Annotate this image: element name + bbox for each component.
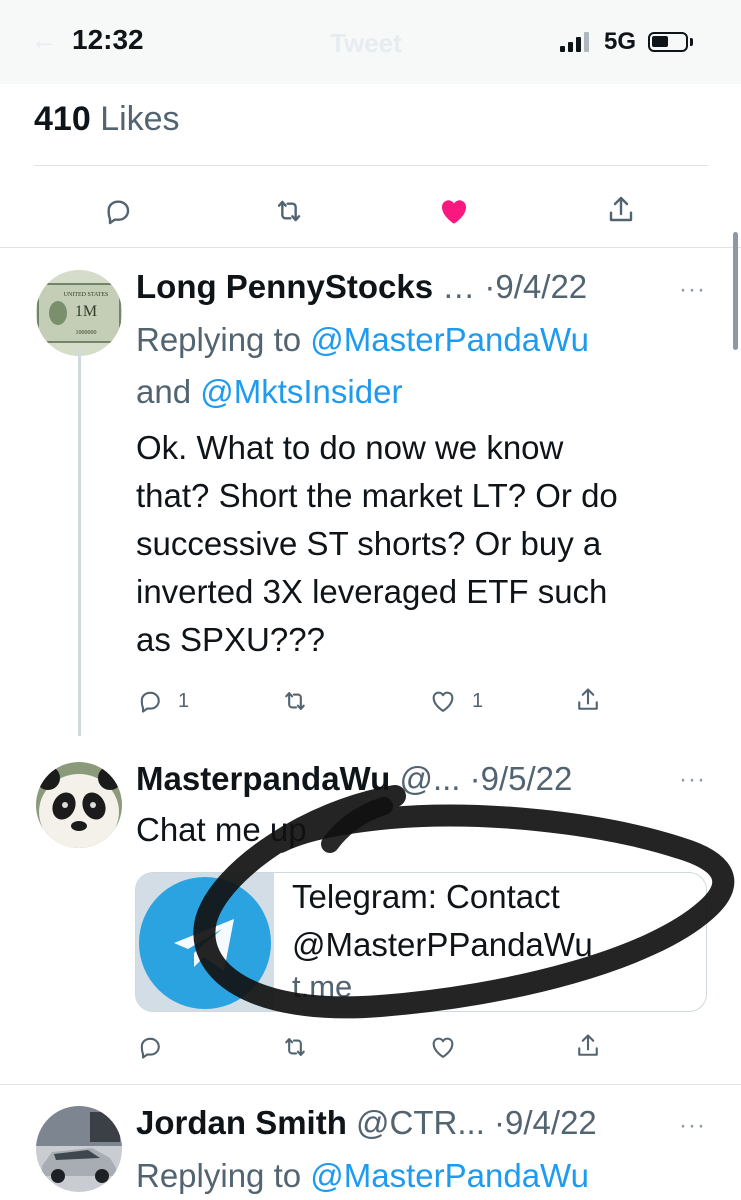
- like-button[interactable]: 1: [428, 687, 483, 715]
- svg-text:1000000: 1000000: [76, 330, 97, 336]
- like-button[interactable]: [436, 193, 472, 229]
- card-thumbnail: [136, 873, 274, 1011]
- divider: [34, 165, 708, 166]
- more-icon[interactable]: ···: [679, 766, 706, 794]
- tweet-text: Chat me up: [136, 811, 307, 848]
- mention-link[interactable]: @MasterPandaWu: [310, 1157, 589, 1194]
- svg-text:1M: 1M: [75, 303, 97, 320]
- share-button[interactable]: [605, 193, 637, 227]
- retweet-icon: [277, 200, 301, 222]
- heart-icon: [432, 691, 454, 712]
- divider: [0, 247, 741, 248]
- signal-icon: [560, 32, 589, 52]
- author-name: Long PennyStocks: [136, 268, 434, 305]
- tweet-date: 9/4/22: [495, 268, 588, 305]
- panda-avatar[interactable]: [36, 762, 122, 848]
- tweet-text-line: as SPXU???: [136, 621, 325, 658]
- author-line[interactable]: Jordan Smith @CTR... ·9/4/22: [136, 1104, 597, 1142]
- mention-link[interactable]: @MasterPandaWu: [310, 321, 589, 358]
- retweet-icon: [285, 1038, 305, 1056]
- battery-icon: [648, 32, 688, 52]
- arrow-left-icon[interactable]: ←: [30, 24, 58, 56]
- replying-to: Replying to @MasterPandaWu: [136, 1150, 716, 1200]
- car-avatar[interactable]: [36, 1106, 122, 1192]
- screen-title: Tweet: [330, 28, 402, 58]
- author-line[interactable]: MasterpandaWu @... ·9/5/22: [136, 760, 572, 798]
- tweet-date: 9/4/22: [505, 1104, 597, 1141]
- like-count: 1: [472, 689, 484, 712]
- mention-link[interactable]: @MktsInsider: [200, 373, 402, 410]
- reply-icon: [107, 200, 130, 225]
- heart-icon: [432, 1037, 454, 1058]
- author-handle: @CTR...: [356, 1104, 485, 1141]
- link-card[interactable]: Telegram: Contact @MasterPPandaWu t.me: [135, 872, 707, 1012]
- share-button[interactable]: [574, 685, 602, 715]
- thread-line: [78, 350, 81, 736]
- author-line[interactable]: Long PennyStocks … ·9/4/22: [136, 268, 587, 306]
- more-icon[interactable]: ···: [679, 276, 706, 304]
- share-icon: [578, 1034, 598, 1056]
- more-icon[interactable]: ···: [679, 1112, 706, 1140]
- share-icon: [609, 196, 633, 222]
- status-bar: ← 12:32 Tweet 5G: [0, 0, 741, 84]
- reply-icon: [140, 691, 160, 713]
- tweet-text-line: that? Short the market LT? Or do: [136, 477, 618, 514]
- likes-label: Likes: [100, 100, 180, 138]
- author-handle: …: [442, 268, 476, 305]
- reply-button[interactable]: 1: [136, 687, 189, 715]
- clock: 12:32: [72, 24, 144, 55]
- separator: ·: [484, 268, 496, 305]
- tweet-text-line: Ok. What to do now we know: [136, 429, 564, 466]
- separator: ·: [469, 760, 481, 797]
- author-handle: @...: [399, 760, 461, 797]
- replying-prefix: Replying to: [136, 321, 302, 358]
- retweet-icon: [285, 692, 305, 710]
- card-title-line: Telegram: Contact: [292, 878, 560, 915]
- like-button[interactable]: [428, 1033, 458, 1061]
- replying-prefix: Replying to: [136, 1157, 302, 1194]
- share-icon: [578, 688, 598, 710]
- svg-text:UNITED STATES: UNITED STATES: [64, 292, 109, 298]
- share-button[interactable]: [574, 1031, 602, 1061]
- reply-count: 1: [178, 689, 190, 712]
- replying-to: Replying to @MasterPandaWu and @MktsInsi…: [136, 314, 696, 418]
- tweet-text-line: inverted 3X leveraged ETF such: [136, 573, 608, 610]
- network-label: 5G: [604, 28, 637, 55]
- divider: [0, 1084, 741, 1085]
- card-title-line: @MasterPPandaWu: [292, 926, 593, 963]
- battery-nub: [690, 38, 693, 46]
- retweet-button[interactable]: [280, 1033, 310, 1061]
- heart-filled-icon: [441, 200, 467, 224]
- million-dollar-bill-avatar[interactable]: 1M UNITED STATES 1000000: [36, 270, 122, 356]
- author-name: MasterpandaWu: [136, 760, 391, 797]
- reply-button[interactable]: [136, 1033, 164, 1061]
- retweet-button[interactable]: [280, 687, 310, 715]
- tweet-text-line: successive ST shorts? Or buy a: [136, 525, 602, 562]
- separator: ·: [494, 1104, 506, 1141]
- tweet-date: 9/5/22: [480, 760, 573, 797]
- scrollbar[interactable]: [733, 232, 738, 350]
- card-domain: t.me: [292, 969, 353, 1004]
- conjunction: and: [136, 373, 192, 410]
- retweet-button[interactable]: [272, 195, 306, 227]
- reply-button[interactable]: [102, 195, 134, 227]
- likes-count: 410: [34, 100, 91, 138]
- author-name: Jordan Smith: [136, 1104, 347, 1141]
- tweet-text: Ok. What to do now we know that? Short t…: [136, 424, 716, 664]
- reply-icon: [140, 1037, 160, 1059]
- card-title: Telegram: Contact @MasterPPandaWu: [292, 873, 692, 969]
- likes-count-row[interactable]: 410 Likes: [34, 100, 180, 139]
